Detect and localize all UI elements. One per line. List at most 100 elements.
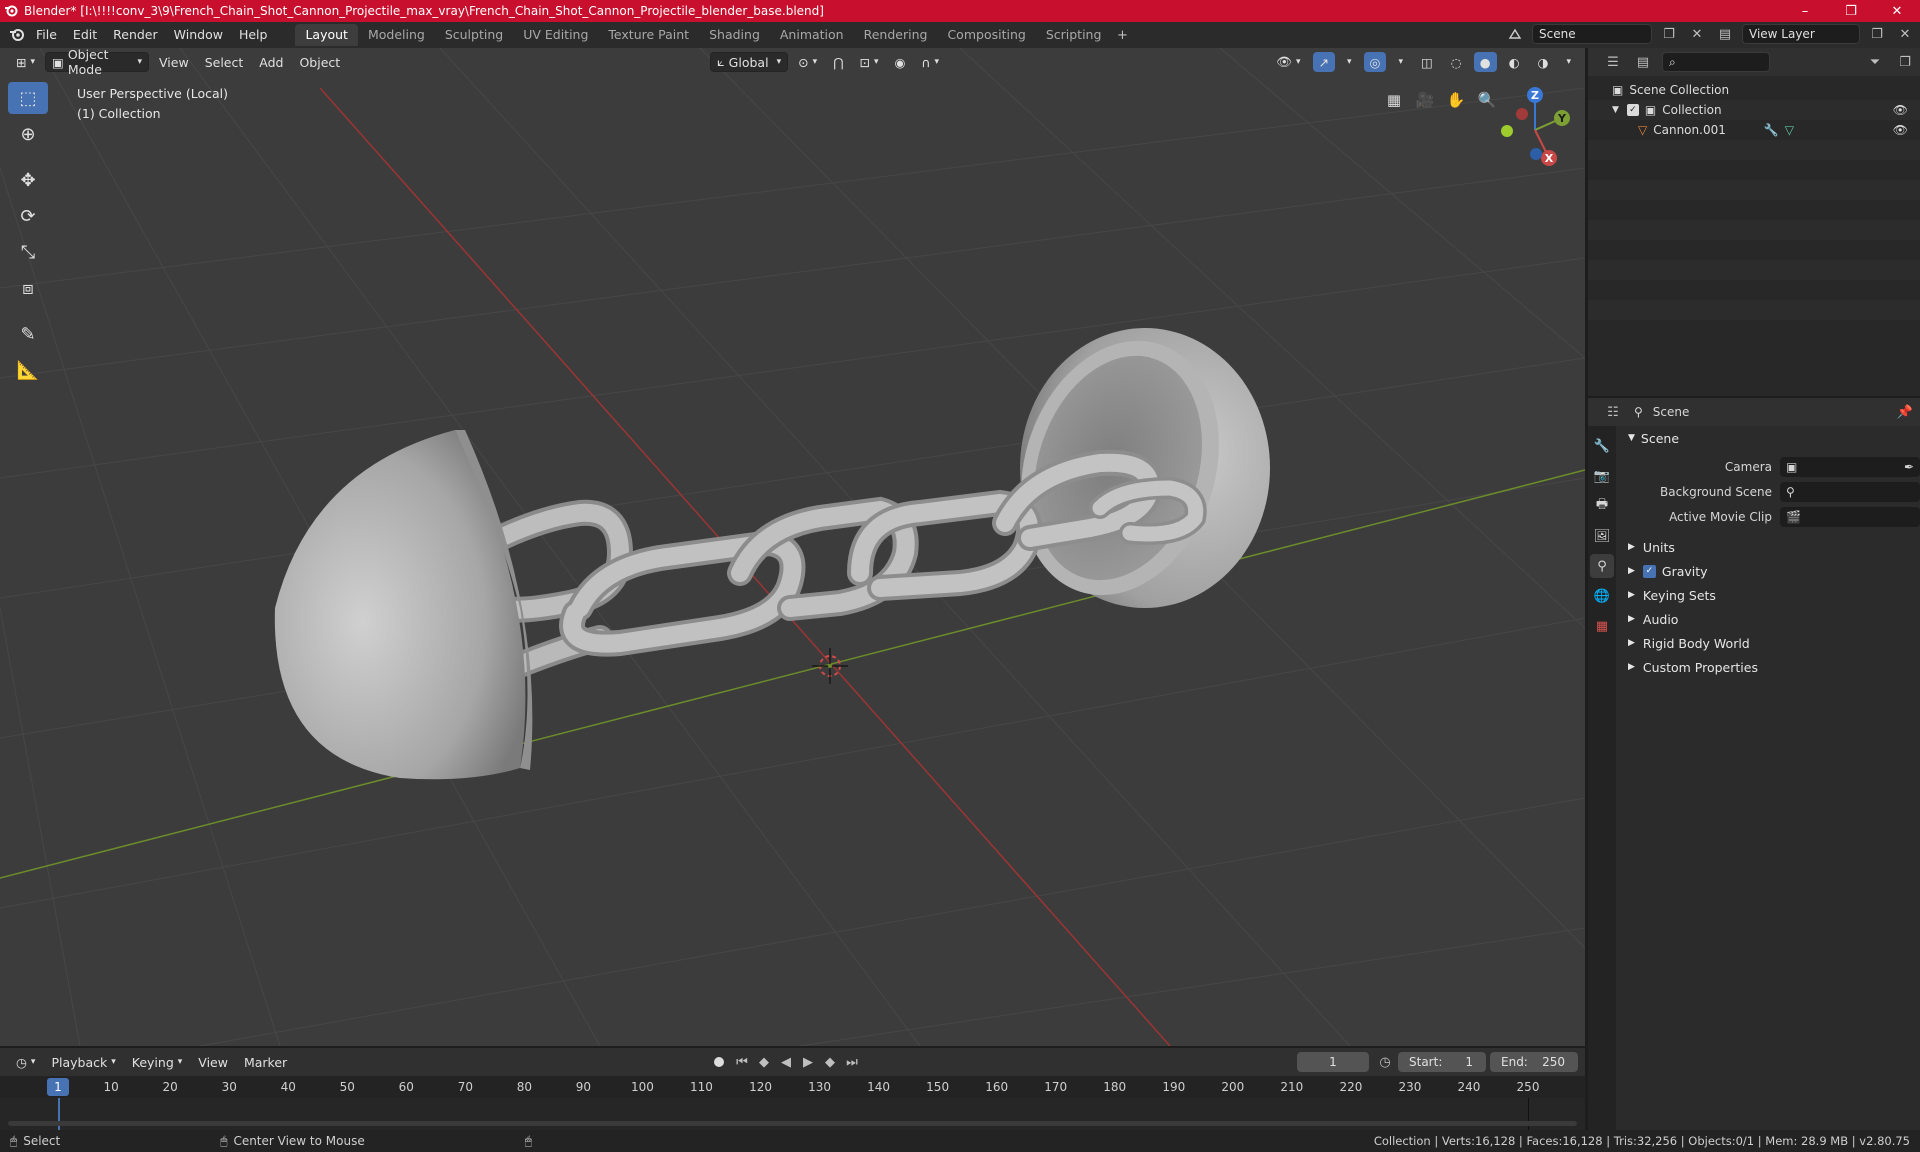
- outliner-search-input[interactable]: ⌕: [1662, 52, 1770, 72]
- blender-menu-icon[interactable]: [6, 25, 28, 45]
- close-button[interactable]: ✕: [1874, 0, 1920, 22]
- outliner-editor-type-icon[interactable]: ☰: [1602, 52, 1624, 72]
- view-layer-browse-icon[interactable]: ▤: [1714, 24, 1736, 44]
- navigation-gizmo[interactable]: Z Y X: [1501, 87, 1570, 166]
- texture-tab[interactable]: ▦: [1590, 614, 1614, 638]
- keying-sets-panel-header[interactable]: ▶ Keying Sets: [1618, 583, 1920, 607]
- current-frame-field[interactable]: 1: [1297, 1052, 1369, 1072]
- cannon-ball-left[interactable]: [274, 430, 533, 780]
- play-reverse-button[interactable]: ◀: [778, 1052, 794, 1072]
- maximize-button[interactable]: ❐: [1828, 0, 1874, 22]
- measure-tool[interactable]: 📐: [8, 354, 48, 386]
- timeline-scrollbar[interactable]: [8, 1121, 1577, 1126]
- wrench-icon[interactable]: 🔧: [1764, 123, 1779, 137]
- transform-tool[interactable]: ⧈: [8, 272, 48, 304]
- ruler-current-frame[interactable]: 1: [47, 1078, 69, 1096]
- pan-view-button[interactable]: ✋: [1442, 86, 1470, 114]
- properties-editor-type-icon[interactable]: ☷: [1602, 402, 1624, 422]
- units-panel-header[interactable]: ▶ Units: [1618, 535, 1920, 559]
- shading-options[interactable]: ▾: [1560, 52, 1577, 72]
- jump-end-button[interactable]: ⏭: [844, 1052, 860, 1072]
- new-scene-icon[interactable]: ❐: [1658, 24, 1680, 44]
- filter-icon[interactable]: ⏷: [1864, 52, 1886, 72]
- 3d-cursor[interactable]: [812, 648, 848, 684]
- shading-material[interactable]: ◐: [1503, 52, 1526, 72]
- overlay-toggle[interactable]: ◎: [1363, 52, 1387, 72]
- start-frame-field[interactable]: Start: 1: [1398, 1052, 1486, 1072]
- delete-scene-icon[interactable]: ✕: [1686, 24, 1708, 44]
- mode-dropdown[interactable]: ▣ Object Mode ▾: [45, 48, 150, 77]
- timeline-track-area[interactable]: [0, 1098, 1585, 1130]
- rotate-tool[interactable]: ⟳: [8, 200, 48, 232]
- menu-render[interactable]: Render: [105, 24, 166, 46]
- tab-rendering[interactable]: Rendering: [854, 24, 938, 46]
- tool-tab[interactable]: 🔧: [1590, 434, 1614, 458]
- timeline-editor-type-button[interactable]: ◷ ▾: [10, 1052, 41, 1072]
- background-scene-field[interactable]: ⚲: [1780, 481, 1920, 502]
- cursor-tool[interactable]: ⊕: [8, 118, 48, 150]
- timeline-view-menu[interactable]: View: [192, 1052, 234, 1072]
- tab-animation[interactable]: Animation: [770, 24, 854, 46]
- marker-menu[interactable]: Marker: [238, 1052, 293, 1072]
- select-box-tool[interactable]: ⬚: [8, 82, 48, 114]
- pin-icon[interactable]: 📌: [1894, 402, 1916, 422]
- outliner-row-cannon[interactable]: ▽ Cannon.001 🔧 ▽ 👁: [1588, 120, 1920, 140]
- tab-sculpting[interactable]: Sculpting: [435, 24, 513, 46]
- play-button[interactable]: ▶: [800, 1052, 816, 1072]
- proportional-edit-toggle[interactable]: ◉: [888, 52, 911, 72]
- audio-panel-header[interactable]: ▶ Audio: [1618, 607, 1920, 631]
- tab-shading[interactable]: Shading: [699, 24, 770, 46]
- pivot-point-button[interactable]: ⊙ ▾: [792, 52, 823, 72]
- camera-view-button[interactable]: 🎥: [1411, 86, 1439, 114]
- active-movie-clip-field[interactable]: 🎬: [1780, 506, 1920, 527]
- viewport-menu-object[interactable]: Object: [293, 52, 346, 72]
- new-view-layer-icon[interactable]: ❐: [1866, 24, 1888, 44]
- tab-texture-paint[interactable]: Texture Paint: [598, 24, 699, 46]
- delete-view-layer-icon[interactable]: ✕: [1894, 24, 1916, 44]
- move-tool[interactable]: ✥: [8, 164, 48, 196]
- viewport-menu-select[interactable]: Select: [199, 52, 250, 72]
- gravity-checkbox[interactable]: ✓: [1642, 564, 1656, 578]
- falloff-button[interactable]: ∩ ▾: [915, 52, 945, 72]
- tab-modeling[interactable]: Modeling: [358, 24, 435, 46]
- add-workspace-icon[interactable]: +: [1111, 25, 1133, 45]
- outliner-row-scene-collection[interactable]: ▣ Scene Collection: [1588, 80, 1920, 100]
- jump-start-button[interactable]: ⏮: [734, 1052, 750, 1072]
- camera-field[interactable]: ▣ ✒: [1780, 456, 1920, 477]
- output-tab[interactable]: 🖶: [1590, 494, 1614, 518]
- menu-window[interactable]: Window: [166, 24, 231, 46]
- prev-keyframe-button[interactable]: ◆: [756, 1052, 772, 1072]
- tab-compositing[interactable]: Compositing: [937, 24, 1035, 46]
- record-button[interactable]: [710, 1052, 728, 1072]
- 3d-viewport[interactable]: Z Y X ⊞ ▾ ▣ Object Mode ▾ View Select Add…: [0, 48, 1585, 1046]
- outliner-row-collection[interactable]: ▼ ✓ ▣ Collection 👁: [1588, 100, 1920, 120]
- xray-toggle[interactable]: ◫: [1415, 52, 1439, 72]
- next-keyframe-button[interactable]: ◆: [822, 1052, 838, 1072]
- annotate-tool[interactable]: ✎: [8, 318, 48, 350]
- viewport-menu-view[interactable]: View: [153, 52, 195, 72]
- shading-rendered[interactable]: ◑: [1532, 52, 1555, 72]
- render-tab[interactable]: 📷: [1590, 464, 1614, 488]
- playback-menu[interactable]: Playback ▾: [45, 1052, 121, 1072]
- scene-name-field[interactable]: Scene: [1532, 24, 1652, 44]
- eyedropper-icon[interactable]: ✒: [1904, 460, 1914, 474]
- viewport-canvas[interactable]: Z Y X: [0, 48, 1585, 1046]
- gravity-panel-header[interactable]: ▶ ✓ Gravity: [1618, 559, 1920, 583]
- menu-help[interactable]: Help: [231, 24, 276, 46]
- tab-scripting[interactable]: Scripting: [1036, 24, 1112, 46]
- visibility-button[interactable]: 👁 ▾: [1270, 52, 1306, 72]
- tab-uv-editing[interactable]: UV Editing: [513, 24, 598, 46]
- world-tab[interactable]: 🌐: [1590, 584, 1614, 608]
- view-layer-field[interactable]: View Layer: [1742, 24, 1860, 44]
- scene-panel-header[interactable]: ▼ Scene: [1618, 426, 1920, 450]
- transform-orientation-dropdown[interactable]: ⟀ Global ▾: [710, 52, 789, 72]
- frame-ruler[interactable]: 1 10 20 30 40 50 60 70 80 90 100 110 120 130 140 150 160…: [0, 1076, 1585, 1098]
- snap-target-button[interactable]: ⊡ ▾: [853, 52, 884, 72]
- gizmo-options[interactable]: ▾: [1341, 52, 1358, 72]
- menu-file[interactable]: File: [28, 24, 65, 46]
- display-mode-icon[interactable]: ▤: [1632, 52, 1654, 72]
- menu-edit[interactable]: Edit: [65, 24, 105, 46]
- preview-range-icon[interactable]: ◷: [1374, 1052, 1396, 1072]
- scale-tool[interactable]: ⤡: [8, 236, 48, 268]
- expand-triangle-icon[interactable]: ▼: [1612, 105, 1619, 115]
